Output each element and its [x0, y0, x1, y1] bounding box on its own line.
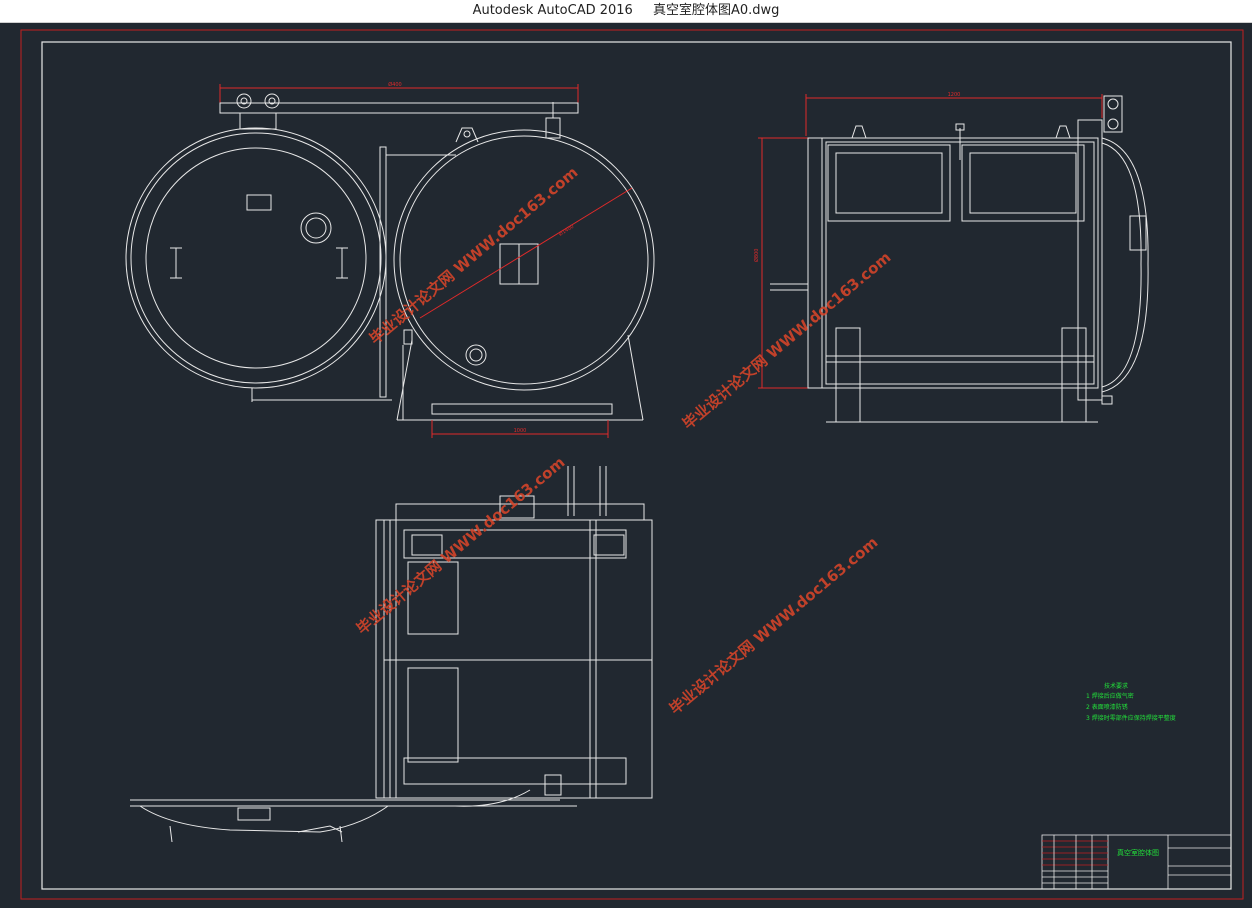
dim-diag: Ø1400 [557, 223, 575, 238]
dim-side-vertical: Ø800 [753, 249, 760, 262]
note-2: 2 表面喷漆防锈 [1086, 703, 1128, 711]
title-block-name: 真空室腔体图 [1117, 848, 1159, 857]
watermark-3: 毕业设计论文网 WWW.doc163.com [353, 453, 568, 638]
front-view[interactable] [125, 84, 655, 438]
drawing-canvas[interactable]: Ø400 Ø1400 1000 1200 Ø800 毕业设计论文网 WWW.do… [0, 22, 1252, 904]
dim-top-left: Ø400 [388, 81, 401, 88]
drawing-svg[interactable]: Ø400 Ø1400 1000 1200 Ø800 毕业设计论文网 WWW.do… [0, 22, 1252, 904]
watermark-2: 毕业设计论文网 WWW.doc163.com [679, 248, 894, 433]
dim-bottom: 1000 [514, 428, 527, 434]
watermark-1: 毕业设计论文网 WWW.doc163.com [366, 163, 581, 348]
top-view[interactable] [130, 466, 653, 843]
dim-side-top: 1200 [948, 92, 961, 98]
window-title-bar: Autodesk AutoCAD 2016 真空室腔体图A0.dwg [0, 0, 1252, 23]
inner-frame [41, 41, 1232, 890]
file-name: 真空室腔体图A0.dwg [652, 3, 780, 18]
app-title: Autodesk AutoCAD 2016 [472, 3, 633, 18]
side-view[interactable] [758, 94, 1149, 423]
notes-title: 技术要求 [1104, 682, 1128, 690]
technical-notes: 技术要求 1 焊接后应做气密 2 表面喷漆防锈 3 焊接时零部件应保持焊接平整度 [1086, 682, 1176, 722]
title-block[interactable] [1041, 834, 1232, 890]
note-1: 1 焊接后应做气密 [1086, 692, 1134, 700]
watermark-4: 毕业设计论文网 WWW.doc163.com [666, 533, 881, 718]
watermark-group: 毕业设计论文网 WWW.doc163.com 毕业设计论文网 WWW.doc16… [353, 163, 894, 718]
note-3: 3 焊接时零部件应保持焊接平整度 [1086, 714, 1176, 722]
